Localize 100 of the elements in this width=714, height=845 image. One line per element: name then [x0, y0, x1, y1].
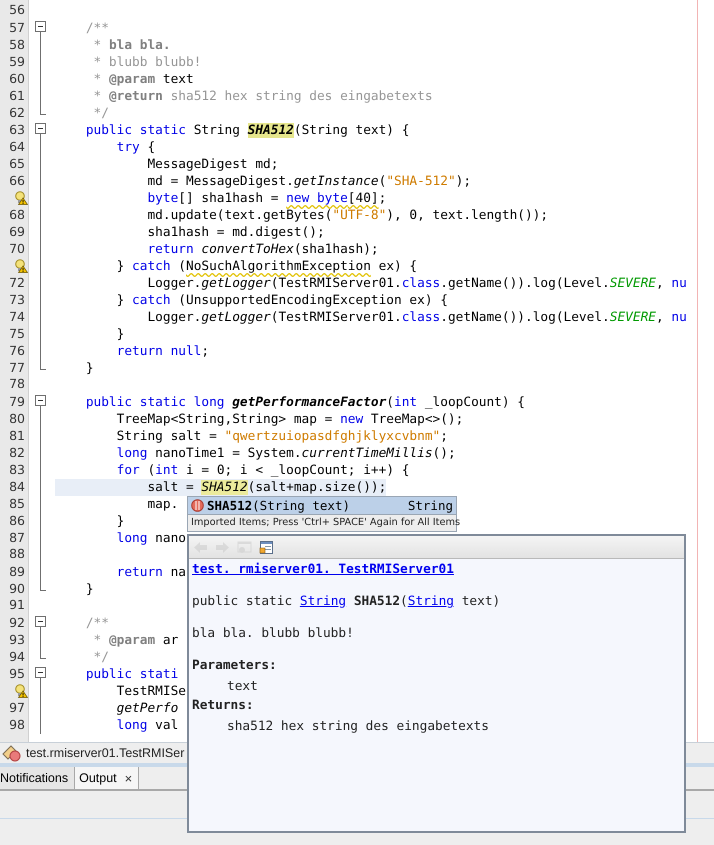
- code-line: long nano: [116, 530, 186, 547]
- line-number: 72: [9, 274, 26, 291]
- parameters-heading: Parameters:: [192, 657, 277, 674]
- line-number: 95: [9, 665, 26, 682]
- line-number: 73: [9, 291, 26, 308]
- line-number: 70: [9, 240, 26, 257]
- line-number: 68: [9, 206, 26, 223]
- line-number: 76: [9, 342, 26, 359]
- line-number: 64: [9, 138, 26, 155]
- line-number: 85: [9, 495, 26, 512]
- line-number: 79: [9, 393, 26, 410]
- returns-heading: Returns:: [192, 697, 254, 714]
- lightbulb-warning-icon[interactable]: [14, 258, 28, 272]
- line-number: 97: [9, 699, 26, 716]
- line-number: 74: [9, 308, 26, 325]
- code-line: public static long getPerformanceFactor(int _loopCount) {: [84, 394, 526, 411]
- line-number: 92: [9, 614, 26, 631]
- type-link[interactable]: String: [408, 594, 454, 609]
- lightbulb-warning-icon[interactable]: [14, 190, 28, 204]
- class-icon: [2, 744, 22, 762]
- parameter-name: text: [226, 678, 258, 695]
- close-icon[interactable]: ×: [124, 770, 132, 786]
- line-number: 88: [9, 545, 26, 562]
- method-description: bla bla. blubb blubb!: [192, 625, 354, 642]
- code-line: md.update(text.getBytes("UTF-8"), 0, text.length());: [146, 207, 548, 224]
- line-number: 86: [9, 512, 26, 529]
- code-line: return convertToHex(sha1hash);: [146, 241, 379, 258]
- line-number: 80: [9, 410, 26, 427]
- line-number: 62: [9, 104, 26, 121]
- code-line: */: [92, 105, 109, 122]
- code-line: try {: [116, 139, 156, 156]
- completion-item[interactable]: SHA512(String text) String: [188, 497, 456, 514]
- code-line: for (int i = 0; i < _loopCount; i++) {: [116, 462, 410, 479]
- panel-tab[interactable]: Output ×: [75, 767, 140, 789]
- returns-text: sha512 hex string des eingabetexts: [226, 718, 489, 735]
- line-number: 59: [9, 53, 26, 70]
- line-number: 63: [9, 121, 26, 138]
- method-signature: public static String SHA512(String text): [192, 593, 500, 610]
- code-line: * bla bla.: [92, 37, 171, 54]
- code-line: }: [116, 326, 124, 343]
- class-link[interactable]: test. rmiserver01. TestRMIServer01: [192, 561, 454, 578]
- line-number: 83: [9, 461, 26, 478]
- code-line: }: [84, 360, 94, 377]
- code-line: return na: [116, 564, 186, 581]
- collapse-icon[interactable]: [35, 123, 46, 134]
- line-number: 60: [9, 70, 26, 87]
- line-number: 57: [9, 19, 26, 36]
- line-number: 93: [9, 631, 26, 648]
- code-line: }: [116, 513, 124, 530]
- panel-tab[interactable]: Notifications: [0, 767, 76, 789]
- code-line: /**: [84, 20, 109, 37]
- code-line: String salt = "qwertzuiopasdfghjklyxcvbnm";: [116, 428, 448, 445]
- line-number: 69: [9, 223, 26, 240]
- source-button[interactable]: [258, 538, 275, 556]
- line-number: 78: [9, 375, 26, 392]
- collapse-icon[interactable]: [35, 616, 46, 627]
- lightbulb-warning-icon[interactable]: [14, 684, 28, 698]
- code-line: } catch (UnsupportedEncodingException ex) {: [116, 292, 448, 309]
- line-number: 94: [9, 648, 26, 665]
- code-line: TreeMap<String,String> map = new TreeMap<>();: [116, 411, 464, 428]
- line-number: 91: [9, 596, 26, 613]
- code-line: long nanoTime1 = System.currentTimeMillis();: [116, 445, 456, 462]
- line-number: 77: [9, 359, 26, 376]
- code-line: return null;: [116, 343, 210, 360]
- code-line: MessageDigest md;: [146, 156, 278, 173]
- line-number: 81: [9, 427, 26, 444]
- code-line: byte[] sha1hash = new byte[40];: [146, 190, 386, 207]
- line-number: 61: [9, 87, 26, 104]
- breadcrumb-path[interactable]: test.rmiserver01.TestRMISer: [26, 746, 184, 760]
- line-number: 98: [9, 716, 26, 733]
- line-number: 66: [9, 172, 26, 189]
- code-line: * @param ar: [92, 632, 178, 649]
- method-icon: [191, 499, 204, 512]
- line-number: 84: [9, 478, 26, 495]
- collapse-icon[interactable]: [35, 395, 46, 406]
- line-number: 82: [9, 444, 26, 461]
- code-line: Logger.getLogger(TestRMIServer01.class.getName()).log(Level.SEVERE, nu: [146, 275, 687, 292]
- code-line: * @param text: [92, 71, 194, 88]
- line-number: 65: [9, 155, 26, 172]
- line-number: 90: [9, 580, 26, 597]
- code-line: }: [84, 581, 94, 598]
- line-number: 58: [9, 36, 26, 53]
- code-line: } catch (NoSuchAlgorithmException ex) {: [116, 258, 418, 275]
- code-line: md = MessageDigest.getInstance("SHA-512");: [146, 173, 472, 190]
- collapse-icon[interactable]: [35, 667, 46, 678]
- code-line: * @return sha512 hex string des eingabetexts: [92, 88, 433, 105]
- code-line: Logger.getLogger(TestRMIServer01.class.getName()).log(Level.SEVERE, nu: [146, 309, 687, 326]
- code-line: TestRMISe: [116, 683, 186, 700]
- code-line: map.: [146, 496, 178, 513]
- code-line: sha1hash = md.digest();: [146, 224, 325, 241]
- code-line: long val: [116, 717, 178, 734]
- code-line: getPerfo: [116, 700, 178, 717]
- collapse-icon[interactable]: [35, 21, 46, 32]
- line-number: 75: [9, 325, 26, 342]
- code-line: /**: [84, 615, 109, 632]
- code-line: public static String SHA512(String text) {: [84, 122, 410, 139]
- line-number: 56: [9, 1, 26, 18]
- type-link[interactable]: String: [300, 594, 346, 609]
- code-line: public stati: [84, 666, 178, 683]
- code-line: */: [92, 649, 109, 666]
